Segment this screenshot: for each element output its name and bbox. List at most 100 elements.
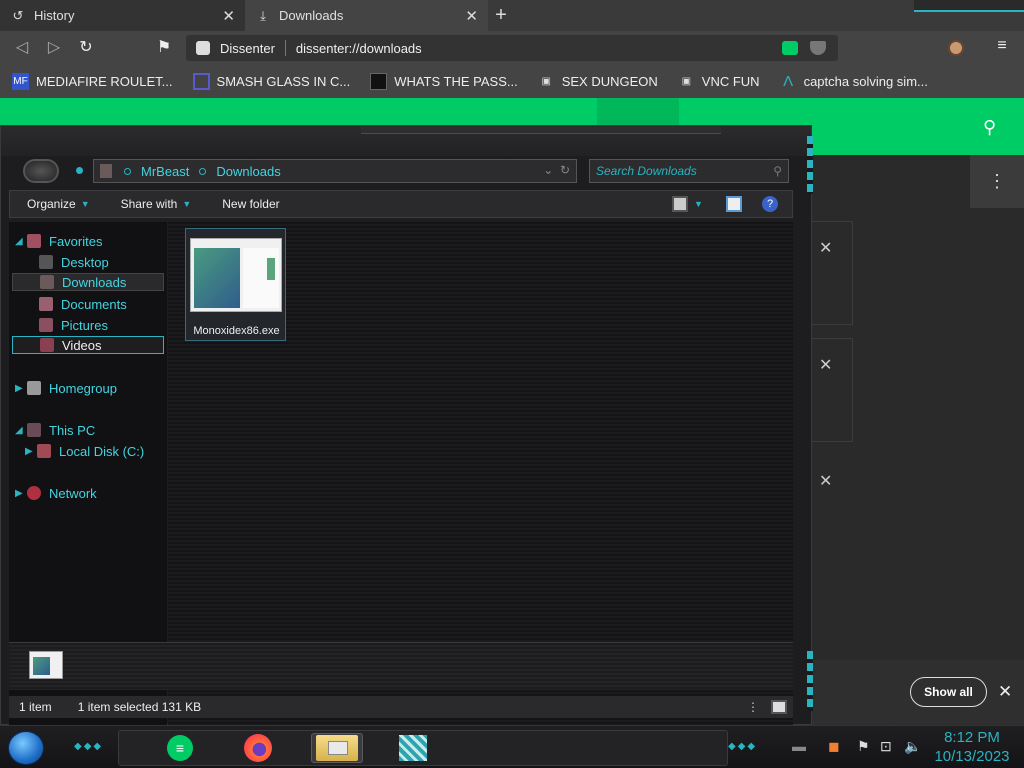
taskbar-file-explorer[interactable] xyxy=(311,733,363,763)
close-icon[interactable]: ✕ xyxy=(465,7,478,25)
tab-downloads[interactable]: ⤓ Downloads ✕ xyxy=(245,0,488,31)
organize-button[interactable]: Organize ▼ xyxy=(27,197,90,211)
documents-icon xyxy=(39,297,53,311)
close-icon[interactable]: ✕ xyxy=(819,471,832,491)
explorer-window: MrBeast Downloads ⌄ ↻ Search Downloads ⚲… xyxy=(0,125,813,732)
help-icon[interactable]: ? xyxy=(762,196,778,212)
network-tray-icon[interactable]: ⊡ xyxy=(880,738,892,755)
taskbar-firefox[interactable] xyxy=(238,733,278,763)
explorer-address-row: MrBeast Downloads ⌄ ↻ Search Downloads ⚲ xyxy=(1,156,811,186)
download-card xyxy=(808,221,853,325)
nav-network[interactable]: ▶ Network xyxy=(15,484,97,502)
chevron-icon[interactable] xyxy=(124,167,131,175)
chevron-down-icon: ▼ xyxy=(182,199,192,209)
preview-pane-icon[interactable] xyxy=(726,196,742,212)
chevron-down-icon[interactable]: ▼ xyxy=(694,196,710,212)
cube-icon xyxy=(399,735,427,761)
taskbar-decoration: ◆◆◆ xyxy=(728,741,758,752)
tab-history[interactable]: ↺ History ✕ xyxy=(0,0,245,31)
close-icon[interactable]: ✕ xyxy=(222,7,235,25)
details-pane xyxy=(9,642,793,690)
address-bar[interactable]: Dissenter dissenter://downloads xyxy=(186,35,838,61)
bookmark-item[interactable]: Λ captcha solving sim... xyxy=(780,73,928,90)
nav-documents[interactable]: Documents xyxy=(39,295,127,313)
forward-icon[interactable]: ▷ xyxy=(43,37,65,59)
reload-icon[interactable]: ↻ xyxy=(75,37,97,59)
breadcrumb-item[interactable]: MrBeast xyxy=(141,164,189,179)
chevron-icon[interactable] xyxy=(199,167,207,175)
nav-label: Documents xyxy=(61,296,127,312)
volume-icon[interactable]: 🔈 xyxy=(904,738,921,755)
search-input[interactable]: Search Downloads ⚲ xyxy=(589,159,789,183)
disk-icon xyxy=(37,444,51,458)
more-options-icon[interactable]: ⋮ xyxy=(970,155,1024,208)
bookmark-item[interactable]: ▣ VNC FUN xyxy=(678,73,760,90)
expand-icon[interactable]: ▶ xyxy=(25,446,33,457)
large-icons-view-icon[interactable] xyxy=(771,700,787,714)
bookmark-label: SMASH GLASS IN C... xyxy=(216,74,351,89)
back-forward-orb[interactable] xyxy=(23,159,59,183)
nav-label: Network xyxy=(49,485,97,501)
nav-local-disk[interactable]: ▶ Local Disk (C:) xyxy=(25,442,144,460)
nav-favorites[interactable]: ◢ Favorites xyxy=(15,232,102,250)
security-flag-icon[interactable]: ⚑ xyxy=(857,738,870,755)
menu-icon[interactable]: ≡ xyxy=(993,37,1011,59)
nav-desktop[interactable]: Desktop xyxy=(39,253,109,271)
new-folder-button[interactable]: New folder xyxy=(222,197,279,211)
bookmarks-bar: MF MEDIAFIRE ROULET... SMASH GLASS IN C.… xyxy=(0,65,1024,98)
close-icon[interactable]: ✕ xyxy=(998,682,1012,702)
new-tab-button[interactable]: + xyxy=(490,4,512,26)
nav-downloads[interactable]: Downloads xyxy=(12,273,164,291)
expand-icon[interactable]: ▶ xyxy=(15,383,23,394)
close-icon[interactable]: ✕ xyxy=(819,355,832,375)
download-icon: ⤓ xyxy=(260,7,266,23)
breadcrumb-item[interactable]: Downloads xyxy=(216,164,280,179)
tab-strip: ↺ History ✕ ⤓ Downloads ✕ + xyxy=(0,0,1024,31)
view-options-icon[interactable] xyxy=(672,196,688,212)
bookmark-icon[interactable]: ⚑ xyxy=(153,37,175,59)
file-item[interactable]: Monoxidex86.exe xyxy=(185,228,286,341)
command-label: Organize xyxy=(27,197,76,211)
share-with-button[interactable]: Share with ▼ xyxy=(121,197,192,211)
url-text[interactable]: dissenter://downloads xyxy=(296,41,782,56)
bookmark-item[interactable]: WHATS THE PASS... xyxy=(370,73,518,90)
folder-icon xyxy=(316,735,358,761)
show-all-button[interactable]: Show all xyxy=(910,677,987,707)
nav-this-pc[interactable]: ◢ This PC xyxy=(15,421,95,439)
back-icon[interactable]: ◁ xyxy=(11,37,33,59)
refresh-icon[interactable]: ⌄ ↻ xyxy=(543,163,570,177)
chevron-down-icon: ▼ xyxy=(80,199,90,209)
expand-icon[interactable]: ◢ xyxy=(15,236,23,247)
browser-toolbar: ◁ ▷ ↻ ⚑ Dissenter dissenter://downloads … xyxy=(0,31,1024,65)
clock[interactable]: 8:12 PM 10/13/2023 xyxy=(930,728,1014,766)
clock-date: 10/13/2023 xyxy=(934,748,1010,765)
bookmark-label: SEX DUNGEON xyxy=(561,74,658,89)
tab-title: History xyxy=(34,8,75,23)
bookmark-item[interactable]: ▣ SEX DUNGEON xyxy=(538,73,658,90)
show-hidden-icons[interactable]: ▬ xyxy=(792,738,806,754)
taskbar-dissenter[interactable]: ≡ xyxy=(160,733,200,763)
dissenter-extension-icon[interactable] xyxy=(782,41,798,55)
avatar[interactable] xyxy=(948,40,964,56)
bookmark-item[interactable]: MF MEDIAFIRE ROULET... xyxy=(12,73,173,90)
start-button[interactable] xyxy=(8,731,44,765)
details-view-icon[interactable]: ⋮ xyxy=(747,700,763,714)
explorer-titlebar[interactable] xyxy=(1,126,811,156)
expand-icon[interactable]: ▶ xyxy=(15,488,23,499)
close-icon[interactable]: ✕ xyxy=(819,238,832,258)
nav-homegroup[interactable]: ▶ Homegroup xyxy=(15,379,117,397)
clock-time: 8:12 PM xyxy=(944,729,1000,746)
nav-pictures[interactable]: Pictures xyxy=(39,316,108,334)
expand-icon[interactable]: ◢ xyxy=(15,425,23,436)
shield-icon[interactable] xyxy=(810,41,826,55)
search-icon[interactable]: ⚲ xyxy=(983,117,996,138)
breadcrumb[interactable]: MrBeast Downloads ⌄ ↻ xyxy=(93,159,577,183)
action-center-icon[interactable]: ◼ xyxy=(828,738,840,755)
command-bar: Organize ▼ Share with ▼ New folder ▼ ? xyxy=(9,190,793,218)
nav-videos[interactable]: Videos xyxy=(12,336,164,354)
star-icon xyxy=(27,234,41,248)
recent-locations-icon[interactable] xyxy=(76,167,83,174)
divider xyxy=(284,40,286,56)
taskbar-app-cube[interactable] xyxy=(393,733,433,763)
bookmark-item[interactable]: SMASH GLASS IN C... xyxy=(192,73,351,90)
